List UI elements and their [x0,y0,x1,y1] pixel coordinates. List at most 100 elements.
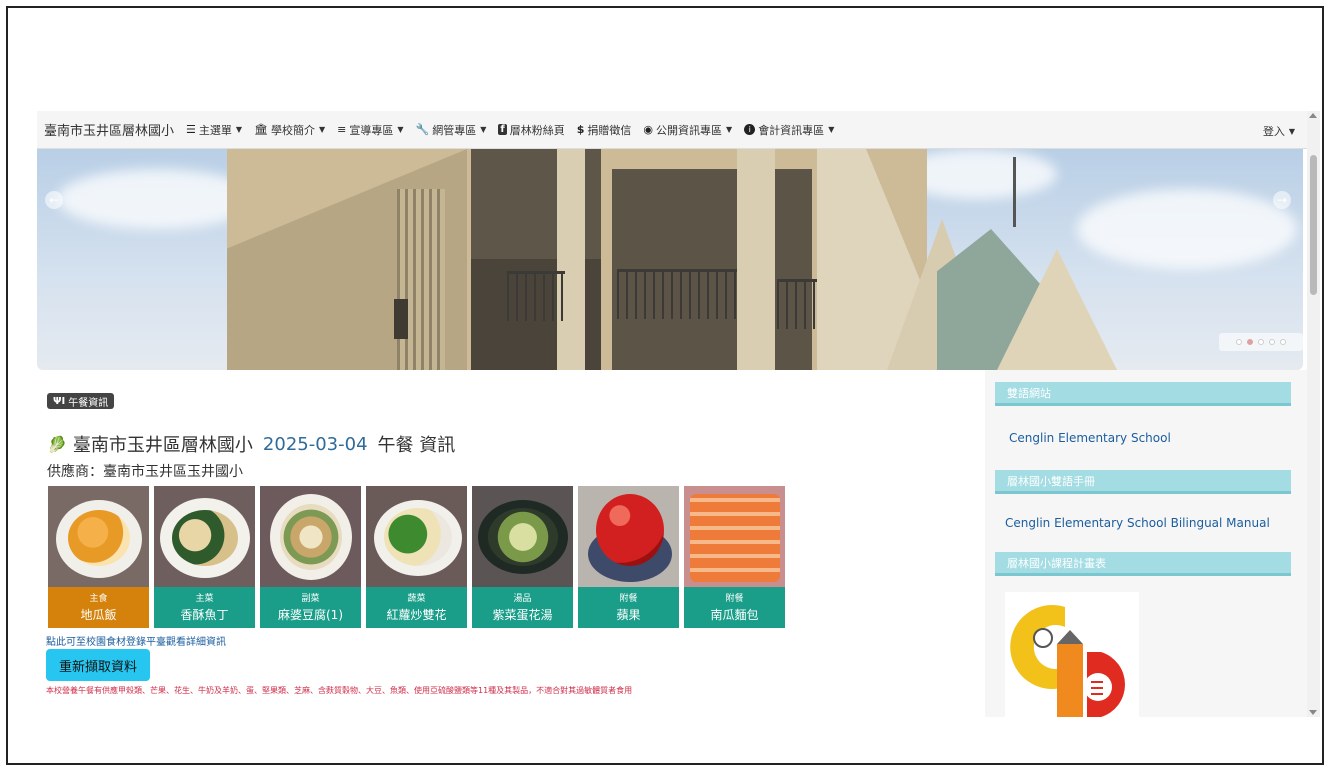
dish-card[interactable]: 蔬菜 紅蘿炒雙花 [366,486,467,628]
refresh-data-button[interactable]: 重新擷取資料 [46,649,150,681]
nav-public-info[interactable]: ◉ 公開資訊專區 ▼ [643,122,732,138]
wrench-icon: 🔧 [415,123,430,136]
nav-public-info-label: 公開資訊專區 [656,123,723,137]
lunch-supplier: 供應商：臺南市玉井區玉井國小 [47,464,243,480]
dish-gallery: 主食 地瓜飯 主菜 香酥魚丁 副菜 麻婆豆腐(1) 蔬菜 紅蘿炒雙花 湯品 紫菜… [48,486,785,628]
nav-school-intro-label: 學校簡介 [271,123,316,137]
nav-accounting-info[interactable]: i 會計資訊專區 ▼ [744,122,834,138]
dish-label: 主菜 香酥魚丁 [154,587,255,628]
dish-category: 附餐 [725,594,744,604]
dish-category: 蔬菜 [407,594,426,604]
food-registry-link[interactable]: 點此可至校園食材登錄平臺觀看詳細資訊 [46,633,226,648]
caret-down-icon: ▼ [397,125,404,134]
curriculum-logo-icon [1010,605,1126,717]
dish-label: 主食 地瓜飯 [48,587,149,628]
carousel-dot[interactable] [1258,339,1264,345]
facebook-icon: f [498,124,507,135]
carousel-indicators [1219,333,1303,351]
scroll-down-arrow-icon[interactable] [1309,710,1317,715]
balcony-railing [507,271,565,321]
page-scrollbar[interactable] [1307,111,1320,717]
screenshot-frame: 臺南市玉井區層林國小 ☰ 主選單 ▼ 🏛 學校簡介 ▼ ≡ 宣導專區 ▼ 🔧 網… [6,6,1324,765]
bilingual-site-link[interactable]: Cenglin Elementary School [1009,431,1171,445]
curriculum-plan-heading: 層林國小課程計畫表 [995,552,1291,576]
dish-photo [260,486,361,587]
nav-school-intro[interactable]: 🏛 學校簡介 ▼ [254,122,325,138]
bilingual-manual-link[interactable]: Cenglin Elementary School Bilingual Manu… [1005,516,1270,530]
dish-label: 副菜 麻婆豆腐(1) [260,587,361,628]
scroll-up-arrow-icon[interactable] [1309,113,1317,118]
dish-name: 香酥魚丁 [180,608,229,622]
dish-label: 湯品 紫菜蛋花湯 [472,587,573,628]
info-icon: i [744,124,756,135]
dish-label: 附餐 蘋果 [578,587,679,628]
nav-main-menu[interactable]: ☰ 主選單 ▼ [186,122,242,138]
carousel-prev-arrow-icon[interactable]: ← [45,191,63,209]
list-icon: ☰ [186,123,196,136]
apple-shape [596,494,664,566]
dish-card[interactable]: 附餐 南瓜麵包 [684,486,785,628]
dish-card[interactable]: 湯品 紫菜蛋花湯 [472,486,573,628]
vegetable-icon: 🥬 [47,434,67,454]
login-label: 登入 [1262,125,1285,138]
dish-label: 蔬菜 紅蘿炒雙花 [366,587,467,628]
carousel-dot[interactable] [1236,339,1242,345]
building-window [394,299,408,339]
food-shape [384,508,452,566]
caret-down-icon: ▼ [235,125,243,134]
dish-label: 附餐 南瓜麵包 [684,587,785,628]
caret-down-icon: ▼ [480,125,487,134]
dish-name: 蘋果 [616,608,641,622]
nav-donation-label: 捐贈徵信 [587,123,632,137]
dish-card[interactable]: 附餐 蘋果 [578,486,679,628]
dollar-icon: $ [576,123,585,136]
dish-name: 麻婆豆腐(1) [278,608,343,622]
top-navbar: 臺南市玉井區層林國小 ☰ 主選單 ▼ 🏛 學校簡介 ▼ ≡ 宣導專區 ▼ 🔧 網… [37,111,1307,149]
nav-fanpage-label: 層林粉絲頁 [509,123,565,137]
food-shape [488,508,558,566]
caret-down-icon: ▼ [828,125,835,134]
scrollbar-thumb[interactable] [1310,155,1317,295]
carousel-dot[interactable] [1269,339,1275,345]
dish-card[interactable]: 主食 地瓜飯 [48,486,149,628]
dish-category: 湯品 [513,594,532,604]
bread-shape [690,494,780,582]
nav-promotion[interactable]: ≡ 宣導專區 ▼ [337,122,403,138]
nav-fanpage[interactable]: f 層林粉絲頁 [498,122,565,138]
lunch-heading: 🥬 臺南市玉井區層林國小 2025-03-04 午餐 資訊 [47,431,455,457]
balcony-railing [617,269,737,319]
nav-network-admin[interactable]: 🔧 網管專區 ▼ [416,122,487,138]
food-shape [280,504,342,570]
dish-photo [684,486,785,587]
dish-category: 副菜 [301,594,320,604]
dish-name: 紫菜蛋花湯 [492,608,553,622]
food-shape [68,510,130,566]
caret-down-icon: ▼ [726,125,733,134]
utensils-icon: ΨΙ [53,395,66,407]
login-dropdown[interactable]: 登入 ▼ [1263,123,1295,139]
caret-down-icon: ▼ [319,125,326,134]
browser-viewport: 臺南市玉井區層林國小 ☰ 主選單 ▼ 🏛 學校簡介 ▼ ≡ 宣導專區 ▼ 🔧 網… [37,111,1320,717]
dish-photo [366,486,467,587]
nav-accounting-info-label: 會計資訊專區 [758,123,825,137]
right-sidebar: 雙語網站 Cenglin Elementary School 層林國小雙語手冊 … [985,370,1307,717]
dish-name: 地瓜飯 [80,608,117,622]
nav-promotion-label: 宣導專區 [349,123,394,137]
tile-wall [397,189,445,370]
building-column [737,149,775,370]
carousel-dot-active[interactable] [1247,339,1253,345]
lunch-school-name: 臺南市玉井區層林國小 [72,435,253,456]
flag-pole [1013,157,1016,227]
dish-card[interactable]: 主菜 香酥魚丁 [154,486,255,628]
dish-card[interactable]: 副菜 麻婆豆腐(1) [260,486,361,628]
curriculum-logo[interactable] [1005,592,1139,717]
food-shape [172,510,238,566]
bilingual-site-heading: 雙語網站 [995,382,1291,406]
carousel-next-arrow-icon[interactable]: → [1273,191,1291,209]
site-brand[interactable]: 臺南市玉井區層林國小 [44,120,174,139]
lunch-info-badge: ΨΙ 午餐資訊 [47,393,115,409]
nav-donation[interactable]: $ 捐贈徵信 [577,122,632,138]
building-column [557,149,585,370]
banner-carousel: ← → [37,149,1303,370]
carousel-dot[interactable] [1280,339,1286,345]
